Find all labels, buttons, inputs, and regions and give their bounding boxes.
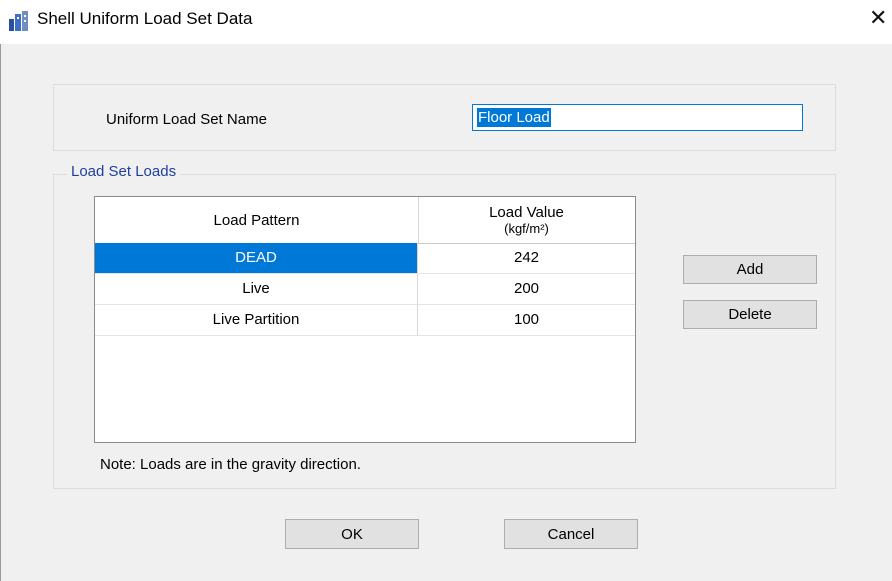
load-value-cell[interactable]: 100 <box>418 305 635 335</box>
cancel-button[interactable]: Cancel <box>504 519 638 549</box>
app-building-icon <box>9 11 28 31</box>
load-pattern-cell[interactable]: Live Partition <box>95 305 418 335</box>
ok-button[interactable]: OK <box>285 519 419 549</box>
load-pattern-cell[interactable]: DEAD <box>95 243 418 273</box>
window-title: Shell Uniform Load Set Data <box>37 9 253 28</box>
add-button[interactable]: Add <box>683 255 817 284</box>
gravity-direction-note: Note: Loads are in the gravity direction… <box>100 456 361 473</box>
load-value-cell[interactable]: 200 <box>418 274 635 304</box>
table-row[interactable]: Live 200 <box>95 274 635 305</box>
load-set-name-input[interactable]: Floor Load <box>472 104 803 131</box>
table-header: Load Pattern Load Value (kgf/m²) <box>95 197 635 244</box>
load-set-name-value: Floor Load <box>477 108 551 127</box>
title-bar: Shell Uniform Load Set Data ✕ <box>0 0 892 44</box>
delete-button[interactable]: Delete <box>683 300 817 329</box>
load-set-loads-legend: Load Set Loads <box>67 163 181 180</box>
column-header-load-value[interactable]: Load Value (kgf/m²) <box>418 197 635 243</box>
unit-label: (kgf/m²) <box>504 221 549 236</box>
load-value-cell[interactable]: 242 <box>418 243 635 273</box>
loads-table[interactable]: Load Pattern Load Value (kgf/m²) DEAD 24… <box>94 196 636 443</box>
table-row[interactable]: DEAD 242 <box>95 243 635 274</box>
load-set-name-label: Uniform Load Set Name <box>106 111 267 128</box>
column-header-load-pattern[interactable]: Load Pattern <box>95 197 419 243</box>
table-row[interactable]: Live Partition 100 <box>95 305 635 336</box>
close-icon[interactable]: ✕ <box>869 5 887 31</box>
load-pattern-cell[interactable]: Live <box>95 274 418 304</box>
